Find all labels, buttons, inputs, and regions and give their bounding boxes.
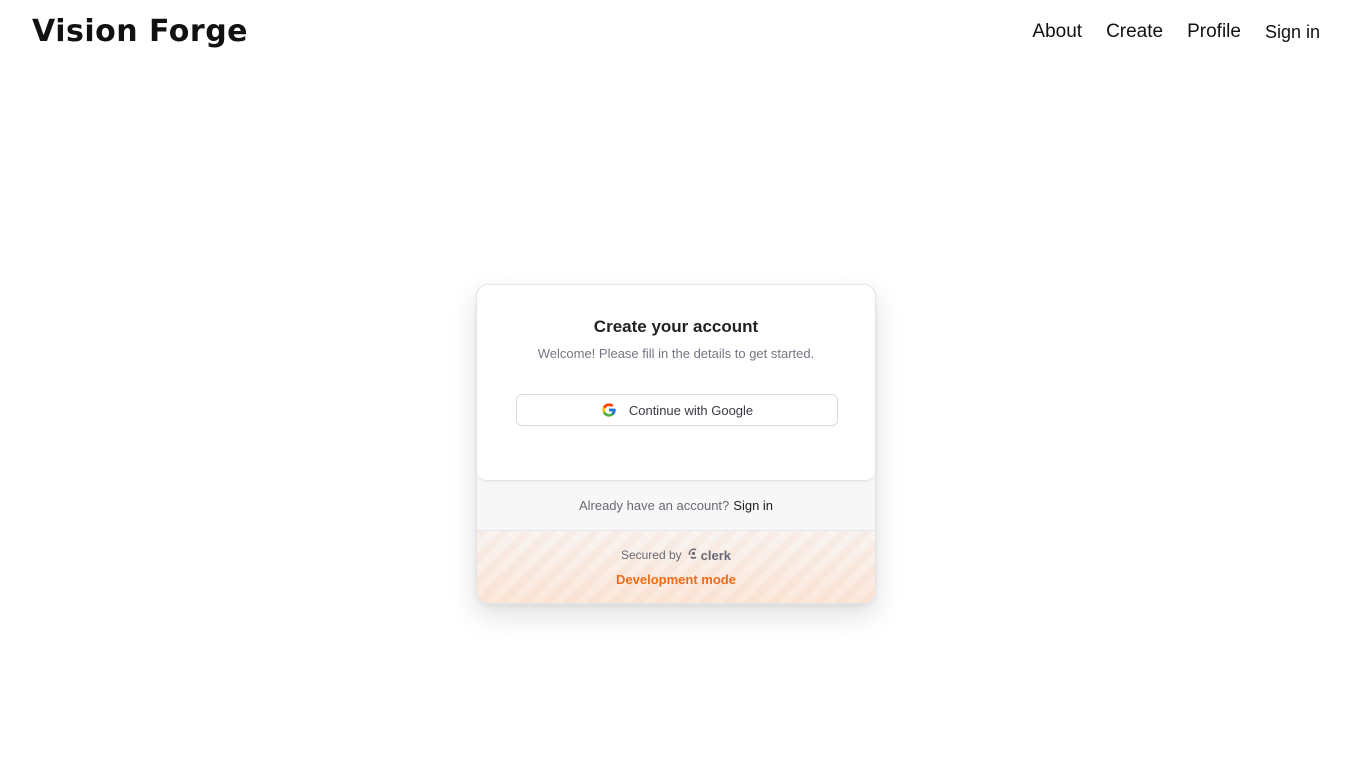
card-subtitle: Welcome! Please fill in the details to g… bbox=[537, 346, 815, 361]
google-icon bbox=[601, 402, 617, 418]
secured-footer: Secured by clerk Development mode bbox=[477, 531, 875, 603]
continue-with-google-button[interactable]: Continue with Google bbox=[516, 394, 838, 426]
google-button-label: Continue with Google bbox=[628, 402, 754, 418]
sign-in-prompt: Already have an account? Sign in bbox=[477, 481, 875, 531]
nav-create-link[interactable]: Create bbox=[1106, 18, 1163, 46]
sign-in-link[interactable]: Sign in bbox=[733, 498, 773, 513]
brand-logo-text[interactable]: Vision Forge bbox=[32, 12, 248, 52]
development-mode-label: Development mode bbox=[616, 572, 736, 587]
nav-about-link[interactable]: About bbox=[1032, 18, 1082, 46]
clerk-logo-text: clerk bbox=[700, 547, 732, 563]
secured-by-row: Secured by clerk bbox=[477, 547, 875, 563]
top-header: Vision Forge About Create Profile Sign i… bbox=[0, 0, 1352, 64]
page: Vision Forge About Create Profile Sign i… bbox=[0, 0, 1352, 760]
clerk-logo[interactable]: clerk bbox=[687, 547, 731, 563]
nav-profile-link[interactable]: Profile bbox=[1187, 18, 1241, 46]
clerk-logo-icon bbox=[687, 547, 699, 563]
secured-by-text: Secured by bbox=[620, 548, 682, 562]
main-nav: About Create Profile Sign in bbox=[1032, 18, 1320, 46]
signup-card: Create your account Welcome! Please fill… bbox=[476, 284, 876, 604]
nav-sign-in-link[interactable]: Sign in bbox=[1265, 18, 1320, 46]
card-title: Create your account bbox=[593, 317, 759, 336]
signup-card-main: Create your account Welcome! Please fill… bbox=[477, 285, 875, 481]
already-have-account-text: Already have an account? bbox=[578, 498, 730, 513]
